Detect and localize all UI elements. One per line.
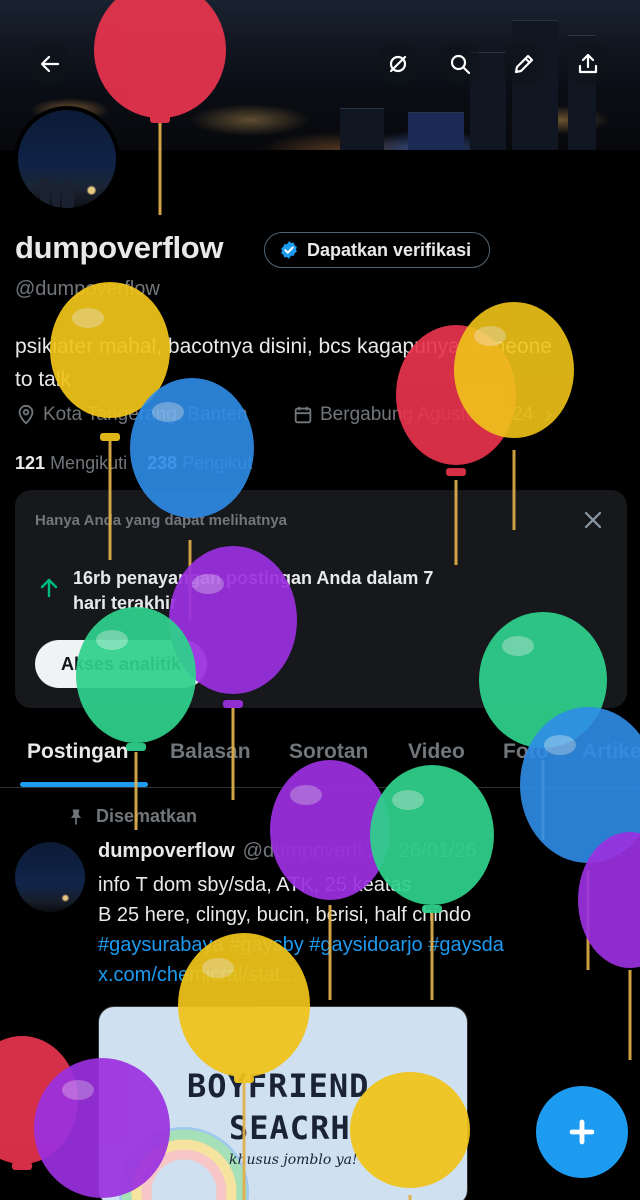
bio-line: psikiater mahal, bacotnya disini, bcs ka… [15, 335, 552, 358]
edit-button[interactable] [502, 42, 546, 86]
post-hashtags[interactable]: #gaysurabaya #gaysby #gaysidoarjo #gaysd… [98, 930, 638, 960]
media-title-line: SEACRH [229, 1109, 351, 1147]
search-button[interactable] [438, 42, 482, 86]
impressions-stat: 16rb penayangan postingan Anda dalam 7 h… [73, 566, 513, 616]
share-icon [578, 53, 598, 74]
verified-badge-icon [281, 241, 297, 259]
pinned-label: Disematkan [96, 806, 198, 826]
followers-label: Pengikut [182, 453, 253, 473]
profile-handle: @dumpoverflow [15, 278, 160, 300]
post-author-handle[interactable]: @dumpoverfl... [243, 840, 379, 863]
post-line: B 25 here, clingy, bucin, berisi, half c… [98, 904, 472, 926]
followers-count: 238 [147, 453, 178, 473]
arrow-left-icon [40, 55, 60, 73]
search-icon [450, 54, 471, 75]
media-title-line: BOYFRIEND [187, 1067, 370, 1105]
chevron-right-icon [545, 409, 553, 421]
tab-replies[interactable]: Balasan [170, 740, 251, 764]
balloon [0, 1036, 78, 1170]
share-button[interactable] [566, 42, 610, 86]
location-text: Kota Tangerang, Banten [43, 404, 248, 425]
bio-line: to talk [15, 368, 72, 391]
post-link[interactable]: x.com/chemicral/stat... [98, 960, 638, 990]
stat-line: 16rb penayangan postingan Anda dalam 7 [73, 568, 434, 588]
post-date: · 26/01/26 [386, 840, 477, 862]
post-line: info T dom sby/sda, ATK, 25 keatas [98, 874, 412, 896]
back-button[interactable] [28, 42, 72, 86]
post-author-name[interactable]: dumpoverflow [98, 840, 235, 863]
post-header: dumpoverflow @dumpoverfl... · 26/01/26 [98, 840, 477, 863]
following-count: 121 [15, 453, 46, 473]
followers-link[interactable]: 238 Pengikut [147, 453, 252, 473]
dismiss-card-button[interactable] [581, 508, 605, 532]
joined-text: Bergabung Agustus 2024 [320, 404, 534, 425]
access-analytics-button[interactable]: Akses analitik [35, 640, 208, 688]
tab-highlights[interactable]: Sorotan [289, 740, 368, 764]
private-note: Hanya Anda yang dapat melihatnya [35, 512, 288, 529]
post-author-avatar[interactable] [15, 842, 85, 912]
profile-avatar[interactable] [14, 106, 120, 212]
plus-icon [569, 1119, 595, 1145]
calendar-icon [294, 406, 312, 424]
active-tab-indicator [20, 782, 148, 787]
tab-articles[interactable]: Artikel [582, 740, 640, 764]
get-verified-label: Dapatkan verifikasi [307, 239, 472, 260]
building [340, 108, 384, 150]
trend-up-icon [37, 576, 61, 600]
post-more-button[interactable]: X [611, 840, 624, 863]
stat-line: hari terakhir [73, 593, 178, 613]
profile-bio: psikiater mahal, bacotnya disini, bcs ka… [15, 330, 625, 396]
location-pin-icon [18, 404, 34, 425]
close-icon [584, 511, 602, 529]
edit-icon [514, 54, 534, 74]
post-media-image[interactable]: BOYFRIEND SEACRH khusus jomblo ya! [98, 1006, 468, 1200]
analytics-card: Hanya Anda yang dapat melihatnya 16rb pe… [15, 490, 627, 708]
building [408, 112, 464, 150]
pinned-indicator: Disematkan [66, 806, 197, 827]
profile-tabs: Postingan Balasan Sorotan Video Foto Art… [0, 728, 640, 788]
following-label: Mengikuti [50, 453, 128, 473]
tab-posts[interactable]: Postingan [27, 740, 129, 764]
following-link[interactable]: 121 Mengikuti [15, 453, 127, 473]
hide-icon [389, 55, 407, 73]
compose-post-button[interactable] [536, 1086, 628, 1178]
get-verified-button[interactable]: Dapatkan verifikasi [264, 232, 491, 268]
tab-photos[interactable]: Foto [503, 740, 548, 764]
tab-video[interactable]: Video [408, 740, 465, 764]
pin-icon [71, 809, 81, 824]
profile-joined[interactable]: Bergabung Agustus 2024 [292, 404, 557, 426]
hide-button[interactable] [376, 42, 420, 86]
media-subtitle: khusus jomblo ya! [229, 1152, 358, 1168]
profile-location: Kota Tangerang, Banten [15, 404, 248, 426]
follow-stats: 121 Mengikuti 238 Pengikut [15, 453, 252, 474]
profile-name: dumpoverflow [15, 230, 224, 265]
post-body[interactable]: info T dom sby/sda, ATK, 25 keatas B 25 … [98, 870, 638, 990]
